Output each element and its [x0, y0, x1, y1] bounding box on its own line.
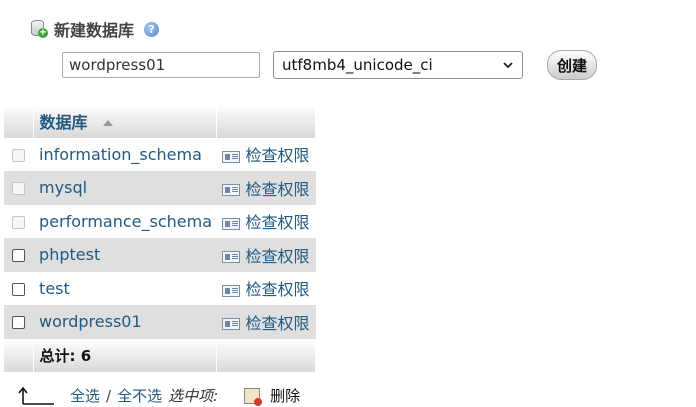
collation-selected-value: utf8mb4_unicode_ci [282, 56, 433, 74]
table-row: wordpress01 检查权限 [4, 305, 316, 339]
check-privileges-label: 检查权限 [245, 280, 310, 300]
row-checkbox[interactable] [12, 282, 26, 296]
new-database-icon: + [30, 19, 48, 39]
privileges-icon [221, 150, 240, 163]
check-privileges-link[interactable]: 检查权限 [217, 205, 316, 239]
database-name-link[interactable]: performance_schema [33, 205, 216, 239]
help-icon[interactable]: ? [144, 21, 160, 37]
database-column-label: 数据库 [39, 112, 88, 132]
table-header-row: 数据库 [4, 104, 316, 138]
database-name-link[interactable]: phptest [33, 238, 216, 272]
check-privileges-link[interactable]: 检查权限 [217, 138, 316, 172]
check-privileges-link[interactable]: 检查权限 [217, 171, 316, 205]
arrow-ltr-icon [18, 386, 54, 405]
table-row: performance_schema 检查权限 [4, 204, 316, 239]
check-privileges-label: 检查权限 [245, 179, 310, 199]
row-checkbox [12, 148, 26, 162]
databases-table: 数据库 information_schema 检查权限 mysql 检查权限 p… [4, 104, 316, 372]
separator: / [106, 386, 112, 405]
table-row: information_schema 检查权限 [4, 137, 316, 172]
drop-icon [244, 387, 263, 406]
privileges-icon [221, 284, 240, 297]
table-row: phptest 检查权限 [4, 238, 316, 272]
drop-label: 删除 [270, 387, 301, 405]
row-checkbox [12, 182, 26, 196]
total-row: 总计: 6 [4, 338, 316, 372]
create-database-form: wordpress01 utf8mb4_unicode_ci 创建 [62, 50, 598, 80]
header-checkbox-cell [4, 104, 34, 138]
create-database-title: 新建数据库 [54, 21, 135, 40]
check-privileges-link[interactable]: 检查权限 [217, 272, 316, 306]
privileges-icon [221, 251, 240, 264]
row-checkbox[interactable] [12, 316, 26, 330]
database-name-input[interactable]: wordpress01 [62, 52, 260, 78]
deselect-all-link[interactable]: 全不选 [117, 385, 162, 406]
row-checkbox[interactable] [12, 249, 26, 263]
bulk-actions-bar: 全选 / 全不选 选中项: 删除 [18, 385, 300, 406]
with-selected-label: 选中项: [168, 387, 219, 405]
sort-ascending-icon [103, 120, 114, 127]
database-name-link[interactable]: mysql [33, 171, 216, 205]
total-count: 总计: 6 [33, 338, 218, 372]
check-privileges-label: 检查权限 [245, 313, 310, 333]
table-row: mysql 检查权限 [4, 171, 316, 205]
table-row: test 检查权限 [4, 271, 316, 306]
check-privileges-label: 检查权限 [245, 146, 310, 166]
check-privileges-label: 检查权限 [245, 213, 310, 233]
create-database-header: + 新建数据库 ? [30, 17, 160, 41]
database-name-link[interactable]: information_schema [33, 138, 216, 172]
check-privileges-label: 检查权限 [245, 246, 310, 266]
create-button[interactable]: 创建 [547, 50, 598, 80]
database-name-link[interactable]: test [33, 272, 216, 306]
privileges-icon [221, 318, 240, 331]
row-checkbox [12, 215, 26, 229]
privileges-icon [221, 184, 240, 197]
select-all-link[interactable]: 全选 [70, 385, 100, 406]
collation-select[interactable]: utf8mb4_unicode_ci [273, 51, 523, 79]
database-name-link[interactable]: wordpress01 [33, 305, 216, 339]
check-privileges-link[interactable]: 检查权限 [217, 238, 316, 272]
privileges-icon [221, 217, 240, 230]
chevron-down-icon [503, 62, 513, 69]
privileges-column-header [216, 104, 316, 138]
database-column-header[interactable]: 数据库 [33, 104, 218, 138]
drop-button[interactable]: 删除 [244, 385, 300, 406]
check-privileges-link[interactable]: 检查权限 [217, 305, 316, 339]
